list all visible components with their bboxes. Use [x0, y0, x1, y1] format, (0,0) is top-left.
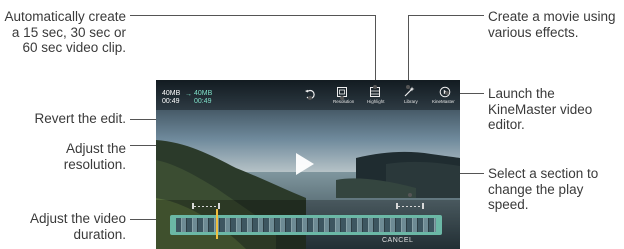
callout-resolution: Adjust the resolution.	[63, 141, 126, 172]
leader-auto-clip	[130, 15, 375, 16]
leader-dot-resolution	[340, 96, 344, 100]
callout-revert: Revert the edit.	[34, 111, 126, 126]
original-time: 00:49	[162, 98, 180, 105]
edited-time: 00:49	[194, 98, 212, 105]
arrow-right-icon: →	[185, 91, 192, 98]
library-label: Library	[404, 99, 418, 104]
highlight-label: Highlight	[367, 99, 385, 104]
leader-auto-clip-drop	[375, 15, 376, 87]
edited-file-info: 40MB 00:49	[194, 90, 212, 106]
resolution-label: Resolution	[333, 99, 355, 104]
trim-marker-dash	[194, 206, 218, 207]
leader-dot-kinemaster	[445, 91, 449, 95]
speed-marker-end[interactable]	[422, 203, 424, 209]
callout-kinemaster: Launch the KineMaster video editor.	[488, 86, 593, 132]
original-size: 40MB	[162, 90, 181, 97]
timeline-thumbnails	[176, 218, 436, 232]
callout-duration: Adjust the video duration.	[29, 211, 126, 242]
leader-dot-movie	[406, 85, 410, 89]
leader-dot-auto-clip	[373, 85, 377, 89]
kinemaster-label: KineMaster	[432, 99, 455, 104]
original-file-info: 40MB 00:49	[162, 90, 180, 106]
callout-auto-clip: Automatically create a 15 sec, 30 sec or…	[4, 9, 126, 55]
callout-speed: Select a section to change the play spee…	[488, 166, 599, 212]
video-editor-screen: 40MB 00:49 → 40MB 00:49 Resolution Highl…	[156, 80, 460, 249]
cancel-button[interactable]: CANCEL	[382, 237, 413, 244]
leader-movie	[408, 15, 484, 16]
trim-marker-end[interactable]	[218, 203, 220, 209]
leader-movie-drop	[408, 15, 409, 87]
edited-size: 40MB	[194, 90, 213, 97]
playhead[interactable]	[216, 209, 218, 239]
callout-movie: Create a movie using various effects.	[488, 9, 616, 40]
play-icon[interactable]	[296, 153, 314, 175]
leader-dot-speed	[408, 193, 412, 197]
leader-dot-revert	[308, 96, 312, 100]
speed-marker-dash	[398, 206, 422, 207]
timeline-strip[interactable]	[170, 215, 442, 235]
